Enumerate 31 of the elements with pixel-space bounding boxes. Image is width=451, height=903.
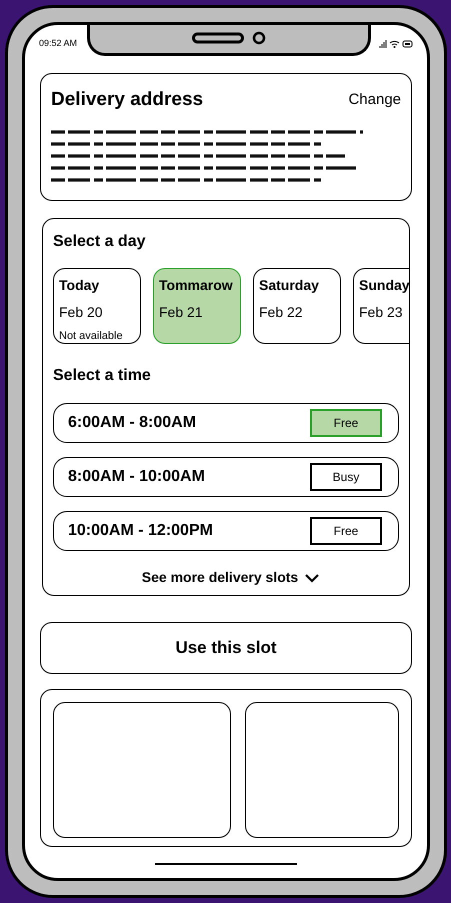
slot-status[interactable]: Free: [310, 517, 382, 545]
day-date: Feb 20: [59, 303, 103, 322]
card-title: Delivery address: [51, 88, 204, 112]
day-date: Feb 21: [159, 303, 203, 322]
day-date: Feb 23: [359, 303, 403, 322]
day-name: Saturday: [259, 276, 319, 295]
section-title: Select a day: [53, 232, 146, 252]
use-slot-button[interactable]: Use this slot: [40, 622, 412, 674]
day-date: Feb 22: [259, 303, 303, 322]
speaker-icon: [192, 32, 244, 44]
time-slot[interactable]: 6:00AM - 8:00AM Free: [53, 403, 399, 443]
day-option[interactable]: Today Feb 20 Not available: [53, 268, 141, 344]
slot-status[interactable]: Free: [310, 409, 382, 437]
status-icons: [379, 39, 413, 49]
section-title: Select a time: [53, 366, 152, 386]
more-slots-link[interactable]: See more delivery slots: [142, 567, 320, 588]
time-slot[interactable]: 8:00AM - 10:00AM Busy: [53, 457, 399, 497]
slot-time: 6:00AM - 8:00AM: [68, 413, 196, 433]
chevron-down-icon: [304, 572, 320, 582]
slot-time: 8:00AM - 10:00AM: [68, 467, 205, 487]
day-option[interactable]: Tommarow Feb 21: [153, 268, 241, 344]
status-time: 09:52 AM: [39, 37, 78, 50]
time-slot[interactable]: 10:00AM - 12:00PM Free: [53, 511, 399, 551]
day-note: Not available: [59, 329, 123, 344]
day-name: Tommarow: [159, 276, 233, 295]
change-link[interactable]: Change: [348, 89, 401, 112]
camera-icon: [252, 30, 266, 44]
day-name: Today: [59, 276, 100, 295]
slot-time: 10:00AM - 12:00PM: [68, 521, 213, 541]
day-option[interactable]: Saturday Feb 22: [253, 268, 341, 344]
slot-status[interactable]: Busy: [310, 463, 382, 491]
